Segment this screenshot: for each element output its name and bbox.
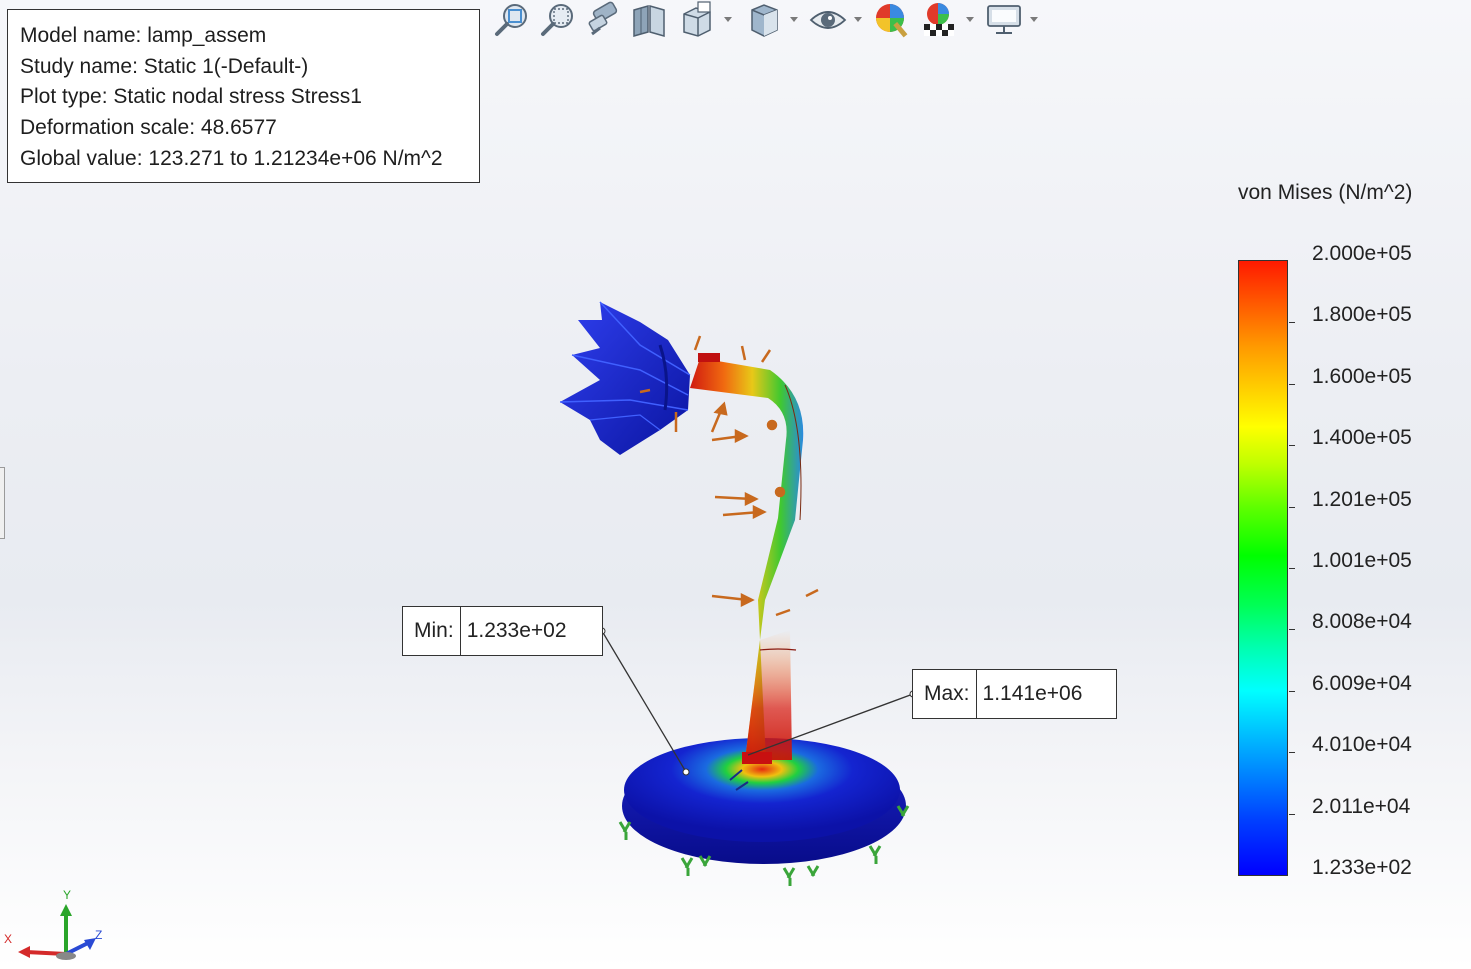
legend-label: 1.001e+05 <box>1312 549 1412 572</box>
legend-label: 1.600e+05 <box>1312 364 1412 388</box>
legend-label: 8.008e+04 <box>1312 610 1412 634</box>
legend-tick <box>1289 629 1295 631</box>
max-probe-key: Max: <box>913 670 977 718</box>
triad-x-label: X <box>4 932 12 946</box>
legend-label: 1.233e+02 <box>1312 856 1412 879</box>
legend-tick <box>1289 506 1295 508</box>
legend-tick <box>1289 383 1295 385</box>
legend-label: 2.000e+05 <box>1312 242 1412 265</box>
legend-tick <box>1289 690 1295 692</box>
lamp-shade <box>559 301 691 455</box>
legend-tick <box>1289 752 1295 754</box>
legend-label: 1.400e+05 <box>1312 426 1412 450</box>
max-probe-value: 1.141e+06 <box>982 682 1083 705</box>
legend-tick <box>1289 322 1295 324</box>
legend-tick <box>1289 813 1295 815</box>
legend-tick <box>1289 568 1295 569</box>
legend-title: von Mises (N/m^2) <box>1238 181 1413 204</box>
legend-label: 4.010e+04 <box>1312 733 1412 757</box>
legend-label: 1.201e+05 <box>1312 487 1412 511</box>
triad-y-label: Y <box>63 888 71 902</box>
min-probe-value: 1.233e+02 <box>466 619 567 642</box>
legend-label: 1.800e+05 <box>1312 303 1412 327</box>
graphics-viewport[interactable]: Model name: lamp_assem Study name: Stati… <box>0 0 1471 969</box>
min-probe-label[interactable]: Min: 1.233e+02 <box>402 606 603 656</box>
legend-label: 6.009e+04 <box>1312 671 1412 695</box>
triad-z-label: Z <box>95 928 102 942</box>
coordinate-triad: Y X Z <box>4 888 102 960</box>
legend-tick <box>1289 445 1295 447</box>
legend-label: 2.011e+04 <box>1312 794 1411 818</box>
legend-color-bar[interactable] <box>1238 260 1288 876</box>
min-probe-key: Min: <box>403 607 461 655</box>
max-probe-label[interactable]: Max: 1.141e+06 <box>912 669 1117 719</box>
